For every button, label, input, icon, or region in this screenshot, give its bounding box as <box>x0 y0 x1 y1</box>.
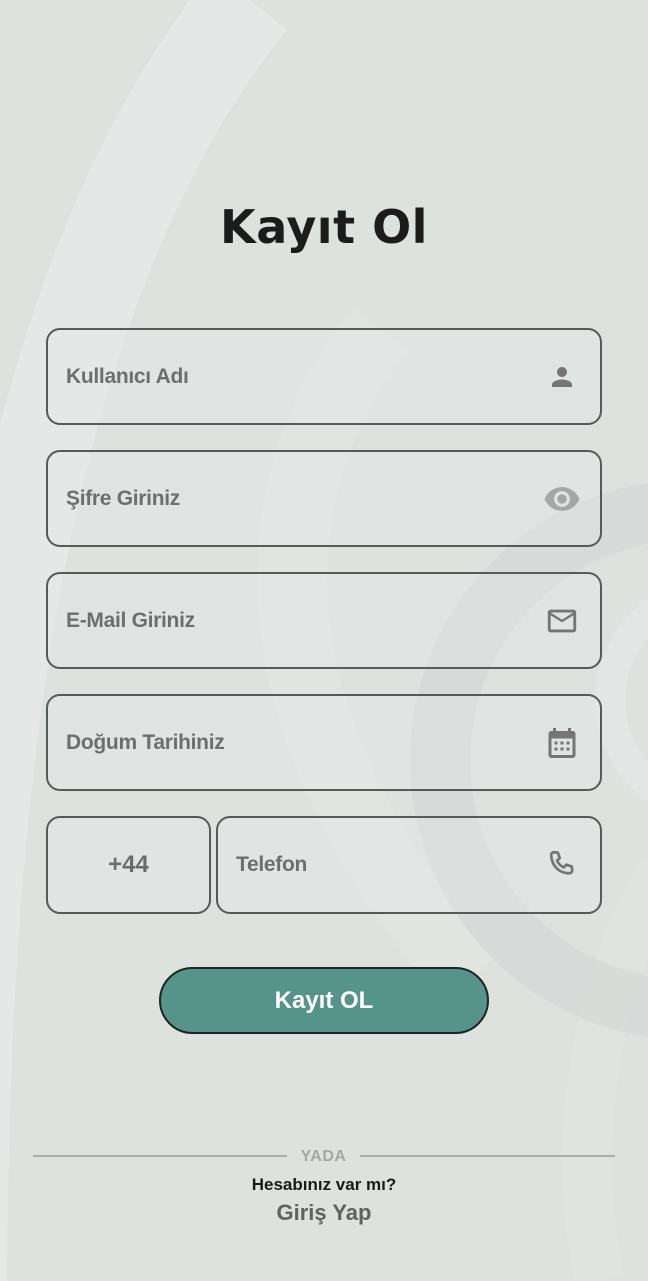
login-link[interactable]: Giriş Yap <box>277 1200 372 1225</box>
divider-label: YADA <box>300 1148 347 1165</box>
phone-field[interactable]: Telefon <box>216 816 602 914</box>
birthdate-field[interactable]: Doğum Tarihiniz <box>46 694 602 791</box>
page-title: Kayıt Ol <box>220 200 428 254</box>
email-field[interactable]: E-Mail Giriniz <box>46 572 602 669</box>
account-question: Hesabınız var mı? <box>251 1175 397 1194</box>
country-code-value: +44 <box>108 851 149 878</box>
password-field[interactable]: Şifre Giriniz <box>46 450 602 547</box>
login-link-row: Giriş Yap <box>0 1200 648 1226</box>
divider-left <box>33 1155 287 1157</box>
register-button[interactable]: Kayıt OL <box>159 967 489 1034</box>
country-code-selector[interactable]: +44 <box>46 816 211 914</box>
divider-right <box>360 1155 615 1157</box>
username-field[interactable]: Kullanıcı Adı <box>46 328 602 425</box>
